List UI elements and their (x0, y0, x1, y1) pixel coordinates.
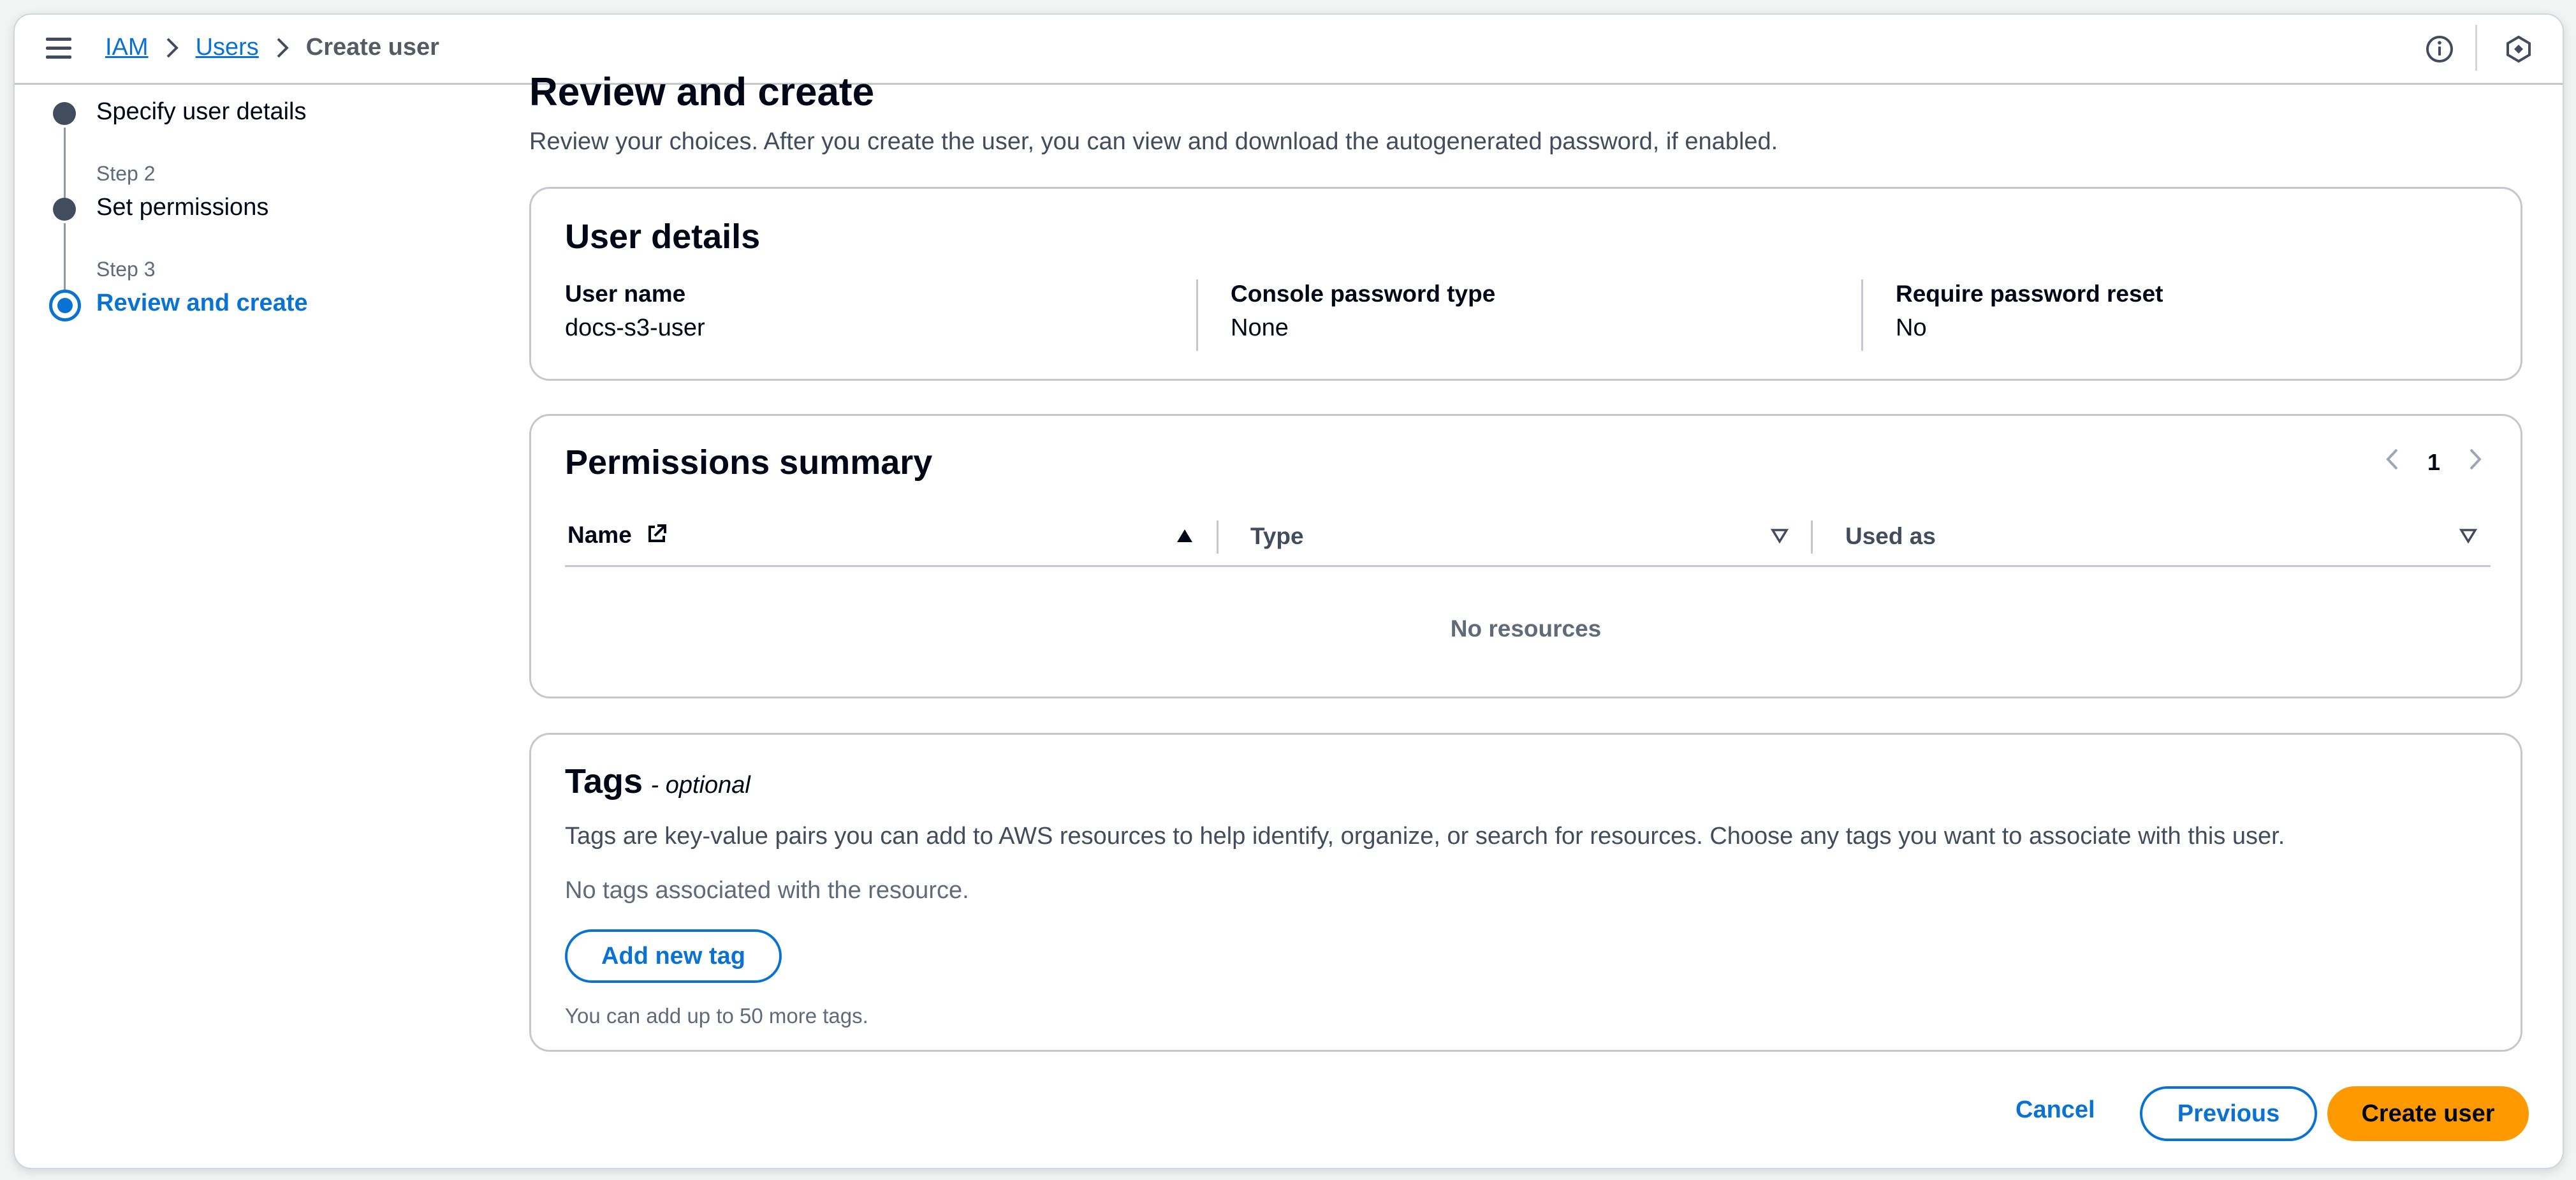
sort-descending-icon[interactable] (2459, 528, 2478, 547)
cancel-button[interactable]: Cancel (2016, 1096, 2095, 1124)
sort-ascending-icon[interactable] (1176, 528, 1194, 547)
step-2-kicker: Step 2 (96, 162, 156, 185)
tags-description: Tags are key-value pairs you can add to … (565, 823, 2285, 850)
breadcrumb-iam[interactable]: IAM (105, 34, 149, 61)
tags-empty-text: No tags associated with the resource. (565, 877, 969, 904)
step-2-indicator (53, 198, 76, 221)
tags-title: Tags (565, 762, 643, 800)
step-connector (64, 128, 66, 199)
column-divider (1196, 279, 1198, 351)
sort-descending-icon[interactable] (1770, 528, 1789, 547)
column-resizer[interactable] (1811, 520, 1813, 554)
step-1-title[interactable]: Specify user details (96, 98, 307, 126)
settings-hexagon-icon[interactable] (2504, 34, 2533, 67)
info-icon[interactable] (2425, 34, 2454, 67)
chevron-left-icon[interactable] (2385, 448, 2399, 476)
chevron-right-icon (165, 37, 179, 59)
breadcrumb-users[interactable]: Users (196, 34, 259, 61)
permissions-summary-title: Permissions summary (565, 443, 933, 482)
page-description: Review your choices. After you create th… (529, 128, 1778, 155)
console-password-type-value: None (1231, 314, 1289, 341)
tags-card: Tags - optional Tags are key-value pairs… (529, 733, 2522, 1052)
table-header-divider (565, 565, 2491, 567)
column-header-name-label: Name (567, 522, 632, 548)
external-link-icon (646, 523, 668, 550)
pagination: 1 (2385, 448, 2482, 476)
require-password-reset-value: No (1896, 314, 1927, 341)
user-name-value: docs-s3-user (565, 314, 705, 341)
chevron-right-icon[interactable] (2468, 448, 2482, 476)
tags-heading: Tags - optional (565, 762, 750, 801)
user-details-card: User details User name docs-s3-user Cons… (529, 187, 2522, 381)
empty-state-text: No resources (1450, 616, 1602, 642)
column-divider (1861, 279, 1863, 351)
add-new-tag-button[interactable]: Add new tag (565, 929, 782, 983)
toolbar-divider (2475, 25, 2477, 71)
page-title: Review and create (529, 70, 875, 114)
column-header-used-as[interactable]: Used as (1845, 523, 1936, 550)
current-page-number[interactable]: 1 (2427, 449, 2440, 476)
step-3-indicator-active (49, 290, 81, 321)
tags-hint: You can add up to 50 more tags. (565, 1004, 868, 1028)
browser-frame: IAM Users Create user Specify user detai… (13, 13, 2564, 1169)
user-name-label: User name (565, 281, 686, 307)
column-header-name[interactable]: Name (567, 522, 668, 550)
require-password-reset-label: Require password reset (1896, 281, 2163, 307)
breadcrumb: IAM Users Create user (105, 34, 439, 61)
create-user-button[interactable]: Create user (2327, 1086, 2529, 1141)
permissions-summary-card: Permissions summary 1 Name Type Used as … (529, 414, 2522, 698)
previous-button[interactable]: Previous (2140, 1086, 2317, 1141)
breadcrumb-current: Create user (305, 34, 439, 61)
step-3-title: Review and create (96, 290, 308, 316)
tags-optional-label: - optional (650, 772, 750, 799)
console-password-type-label: Console password type (1231, 281, 1496, 307)
step-1-indicator (53, 102, 76, 125)
step-3-kicker: Step 3 (96, 258, 156, 281)
step-connector (64, 223, 66, 292)
step-2-title[interactable]: Set permissions (96, 194, 268, 221)
chevron-right-icon (275, 37, 289, 59)
column-header-type[interactable]: Type (1250, 523, 1304, 550)
menu-icon[interactable] (46, 38, 71, 59)
column-resizer[interactable] (1217, 520, 1218, 554)
user-details-title: User details (565, 218, 761, 256)
top-navigation: IAM Users Create user (15, 15, 2563, 85)
